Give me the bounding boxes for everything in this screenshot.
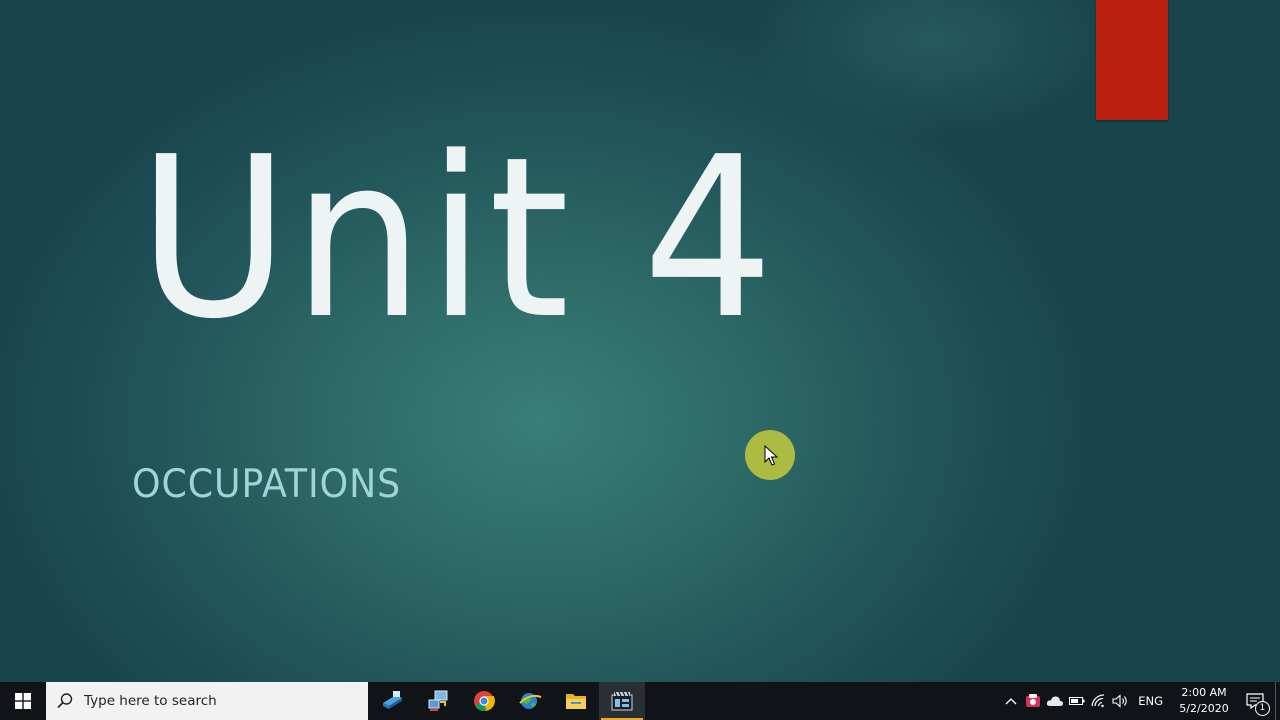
network-computer-icon: [383, 691, 402, 709]
chevron-up-icon: [1005, 698, 1017, 705]
slide-title: Unit 4: [138, 110, 778, 368]
start-button[interactable]: [0, 682, 46, 720]
taskbar-search-box[interactable]: [46, 682, 368, 720]
taskbar-app-network[interactable]: [369, 682, 415, 720]
speaker-icon: [1112, 694, 1128, 708]
search-icon: [57, 693, 73, 709]
edge-globe-icon: [519, 693, 542, 709]
tray-app-button[interactable]: [1022, 682, 1044, 720]
taskbar-app-chrome[interactable]: [461, 682, 507, 720]
slide-subtitle: OCCUPATIONS: [132, 462, 402, 507]
battery-button[interactable]: [1066, 682, 1088, 720]
connect-icon: [428, 690, 448, 711]
taskbar-app-browser[interactable]: [507, 682, 553, 720]
battery-icon: [1069, 697, 1085, 705]
mouse-cursor-icon: [764, 445, 778, 466]
recorder-app-icon: [611, 691, 633, 711]
cursor-highlight: [745, 430, 795, 480]
clock-time: 2:00 AM: [1181, 686, 1227, 699]
show-desktop-button[interactable]: [1275, 682, 1280, 720]
red-accent-block: [1096, 0, 1168, 120]
input-language-button[interactable]: ENG: [1132, 694, 1173, 708]
taskbar-pinned-apps: [369, 682, 645, 720]
clock-date: 5/2/2020: [1179, 702, 1229, 715]
system-tray: ENG 2:00 AM 5/2/2020 1: [1000, 682, 1280, 720]
taskbar-app-connect[interactable]: [415, 682, 461, 720]
action-center-button[interactable]: 1: [1235, 682, 1275, 720]
presentation-slide: Unit 4 OCCUPATIONS: [0, 0, 1280, 682]
taskbar: ENG 2:00 AM 5/2/2020 1: [0, 682, 1280, 720]
notification-count-badge: 1: [1255, 701, 1270, 716]
search-input[interactable]: [84, 693, 354, 709]
tray-app-icon: [1026, 694, 1041, 707]
file-explorer-icon: [566, 694, 586, 709]
taskbar-app-recorder[interactable]: [599, 682, 645, 720]
onedrive-button[interactable]: [1044, 682, 1066, 720]
show-hidden-icons-button[interactable]: [1000, 682, 1022, 720]
cloud-icon: [1047, 696, 1064, 706]
windows-logo-icon: [15, 693, 31, 709]
clock-button[interactable]: 2:00 AM 5/2/2020: [1173, 682, 1235, 720]
wifi-button[interactable]: [1088, 682, 1110, 720]
volume-button[interactable]: [1110, 682, 1132, 720]
taskbar-app-file-explorer[interactable]: [553, 682, 599, 720]
chrome-icon: [474, 691, 495, 712]
wifi-icon: [1091, 694, 1105, 708]
